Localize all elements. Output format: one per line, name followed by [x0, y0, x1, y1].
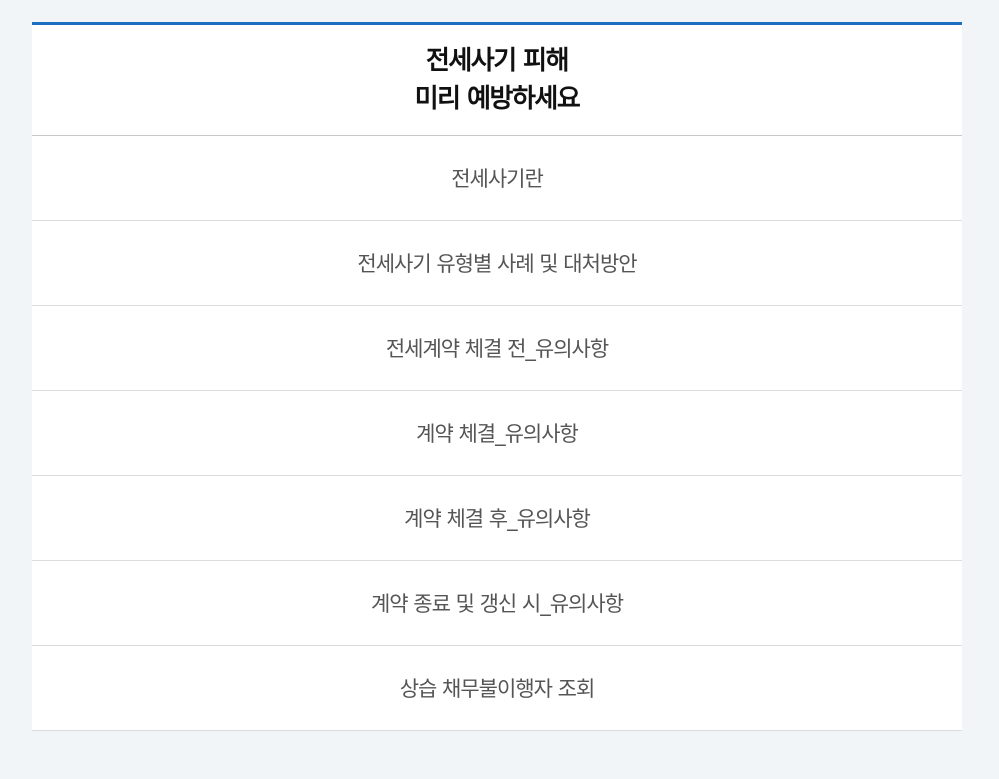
- menu-item-fraud-cases[interactable]: 전세사기 유형별 사례 및 대처방안: [32, 221, 962, 306]
- menu-item-label: 계약 체결_유의사항: [416, 422, 579, 446]
- menu-item-contract-end-renewal[interactable]: 계약 종료 및 갱신 시_유의사항: [32, 561, 962, 646]
- panel-header: 전세사기 피해 미리 예방하세요: [32, 25, 962, 136]
- menu-item-label: 전세계약 체결 전_유의사항: [385, 337, 609, 361]
- menu-item-contract-signing[interactable]: 계약 체결_유의사항: [32, 391, 962, 476]
- menu-item-label: 전세사기란: [451, 167, 544, 191]
- fraud-prevention-panel: 전세사기 피해 미리 예방하세요 전세사기란 전세사기 유형별 사례 및 대처방…: [32, 22, 962, 731]
- menu-item-label: 계약 종료 및 갱신 시_유의사항: [370, 592, 624, 616]
- menu-item-after-contract[interactable]: 계약 체결 후_유의사항: [32, 476, 962, 561]
- menu-item-label: 상습 채무불이행자 조회: [399, 677, 596, 701]
- menu-list: 전세사기란 전세사기 유형별 사례 및 대처방안 전세계약 체결 전_유의사항 …: [32, 136, 962, 731]
- menu-item-defaulter-lookup[interactable]: 상습 채무불이행자 조회: [32, 646, 962, 731]
- menu-item-before-contract[interactable]: 전세계약 체결 전_유의사항: [32, 306, 962, 391]
- menu-item-what-is-fraud[interactable]: 전세사기란: [32, 136, 962, 221]
- menu-item-label: 전세사기 유형별 사례 및 대처방안: [357, 252, 637, 276]
- page-title-line-2: 미리 예방하세요: [414, 84, 581, 114]
- menu-item-label: 계약 체결 후_유의사항: [404, 507, 591, 531]
- page-title-line-1: 전세사기 피해: [425, 46, 570, 76]
